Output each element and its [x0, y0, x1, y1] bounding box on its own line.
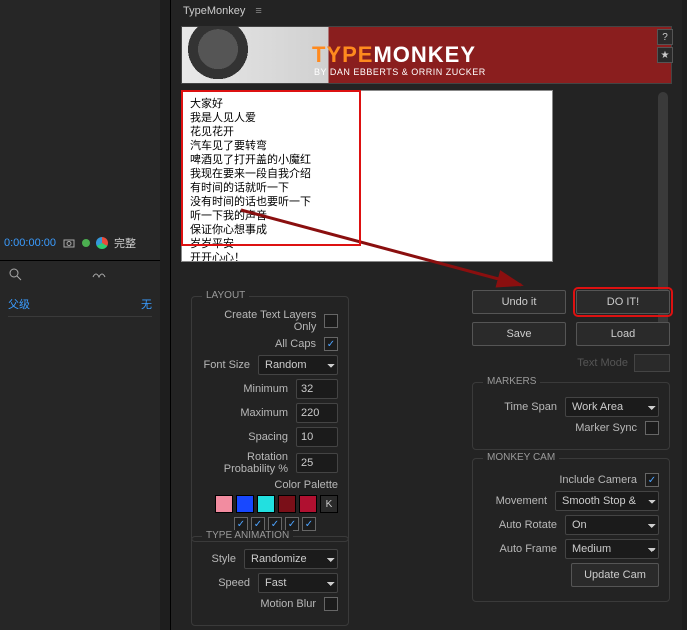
autoframe-select[interactable]: Medium — [565, 539, 659, 559]
type-anim-heading: TYPE ANIMATION — [202, 530, 293, 541]
undo-button[interactable]: Undo it — [472, 290, 566, 314]
doit-button[interactable]: DO IT! — [576, 290, 670, 314]
banner: TYPEMONKEY BY DAN EBBERTS & ORRIN ZUCKER… — [181, 26, 672, 84]
swatch-4[interactable] — [278, 495, 296, 513]
update-cam-button[interactable]: Update Cam — [571, 563, 659, 587]
save-button[interactable]: Save — [472, 322, 566, 346]
load-button[interactable]: Load — [576, 322, 670, 346]
autoframe-label: Auto Frame — [500, 543, 557, 555]
typemonkey-panel: TypeMonkey ≡ TYPEMONKEY BY DAN EBBERTS &… — [170, 0, 682, 630]
favorite-button[interactable]: ★ — [657, 47, 673, 63]
speed-label: Speed — [218, 577, 250, 589]
create-layers-label: Create Text Layers Only — [202, 309, 316, 333]
style-select[interactable]: Randomize — [244, 549, 338, 569]
movement-select[interactable]: Smooth Stop & … — [555, 491, 659, 511]
maximum-label: Maximum — [240, 407, 288, 419]
layout-heading: LAYOUT — [202, 290, 249, 301]
type-anim-wrap: TYPE ANIMATION StyleRandomize SpeedFast … — [181, 530, 359, 626]
palette-label: Color Palette — [274, 479, 338, 491]
swatch-5-enable[interactable] — [302, 517, 316, 531]
search-icon[interactable] — [8, 267, 22, 284]
marker-sync-label: Marker Sync — [575, 422, 637, 434]
autorotate-label: Auto Rotate — [499, 519, 557, 531]
swatch-3[interactable] — [257, 495, 275, 513]
swatch-1-enable[interactable] — [234, 517, 248, 531]
motion-blur-label: Motion Blur — [260, 598, 316, 610]
panel-menu-icon[interactable]: ≡ — [255, 5, 261, 17]
swatch-2-enable[interactable] — [251, 517, 265, 531]
banner-title: TYPEMONKEY — [312, 42, 476, 68]
help-button[interactable]: ? — [657, 29, 673, 45]
font-size-select[interactable]: Random — [258, 355, 338, 375]
markers-heading: MARKERS — [483, 376, 540, 387]
left-lower-panel: 父级 无 — [0, 260, 160, 323]
timespan-select[interactable]: Work Area — [565, 397, 659, 417]
swatch-1[interactable] — [215, 495, 233, 513]
text-mode-label: Text Mode — [577, 357, 628, 369]
swatch-key[interactable]: K — [320, 495, 338, 513]
rotation-input[interactable] — [296, 453, 338, 473]
type-animation-section: TYPE ANIMATION StyleRandomize SpeedFast … — [191, 536, 349, 626]
none-label: 无 — [141, 296, 152, 312]
green-dot-icon[interactable] — [82, 239, 90, 247]
autorotate-select[interactable]: On — [565, 515, 659, 535]
markers-section: MARKERS Time SpanWork Area Marker Sync — [472, 382, 670, 450]
swatch-4-enable[interactable] — [285, 517, 299, 531]
include-camera-label: Include Camera — [559, 474, 637, 486]
speed-select[interactable]: Fast — [258, 573, 338, 593]
include-camera-checkbox[interactable] — [645, 473, 659, 487]
font-size-label: Font Size — [204, 359, 250, 371]
motion-blur-checkbox[interactable] — [324, 597, 338, 611]
parent-label: 父级 — [8, 296, 30, 312]
style-label: Style — [212, 553, 236, 565]
swatch-5[interactable] — [299, 495, 317, 513]
right-column: Undo it DO IT! Save Load Text Mode MARKE… — [472, 290, 670, 610]
timecode-value[interactable]: 0:00:00:00 — [4, 237, 56, 249]
create-layers-checkbox[interactable] — [324, 314, 338, 328]
spacing-label: Spacing — [248, 431, 288, 443]
minimum-label: Minimum — [243, 383, 288, 395]
text-mode-row: Text Mode — [472, 354, 670, 372]
color-palette: K — [202, 495, 338, 513]
all-caps-checkbox[interactable] — [324, 337, 338, 351]
minimum-input[interactable] — [296, 379, 338, 399]
movement-label: Movement — [496, 495, 547, 507]
all-caps-label: All Caps — [275, 338, 316, 350]
panel-header: TypeMonkey ≡ — [171, 0, 682, 22]
monkey-illustration — [182, 26, 272, 84]
layout-section: LAYOUT Create Text Layers Only All Caps … — [191, 296, 349, 542]
swatch-2[interactable] — [236, 495, 254, 513]
parent-column-header: 父级 无 — [8, 292, 152, 317]
panel-title: TypeMonkey — [183, 5, 245, 17]
monkeycam-heading: MONKEY CAM — [483, 452, 559, 463]
resolution-label[interactable]: 完整 — [114, 235, 136, 251]
snapshot-icon[interactable] — [62, 236, 76, 250]
swatch-3-enable[interactable] — [268, 517, 282, 531]
text-mode-select[interactable] — [634, 354, 670, 372]
banner-subtitle: BY DAN EBBERTS & ORRIN ZUCKER — [314, 67, 486, 77]
text-input-area — [181, 90, 672, 265]
shy-icon[interactable] — [92, 267, 106, 284]
monkeycam-section: MONKEY CAM Include Camera MovementSmooth… — [472, 458, 670, 602]
marker-sync-checkbox[interactable] — [645, 421, 659, 435]
color-wheel-icon[interactable] — [96, 237, 108, 249]
maximum-input[interactable] — [296, 403, 338, 423]
rotation-label: Rotation Probability % — [202, 451, 288, 475]
main-text-input[interactable] — [181, 90, 553, 262]
timecode-bar: 0:00:00:00 完整 — [4, 232, 154, 254]
host-left-strip: 0:00:00:00 完整 父级 无 — [0, 0, 160, 630]
spacing-input[interactable] — [296, 427, 338, 447]
layout-section-wrap: LAYOUT Create Text Layers Only All Caps … — [181, 290, 359, 542]
timespan-label: Time Span — [504, 401, 557, 413]
